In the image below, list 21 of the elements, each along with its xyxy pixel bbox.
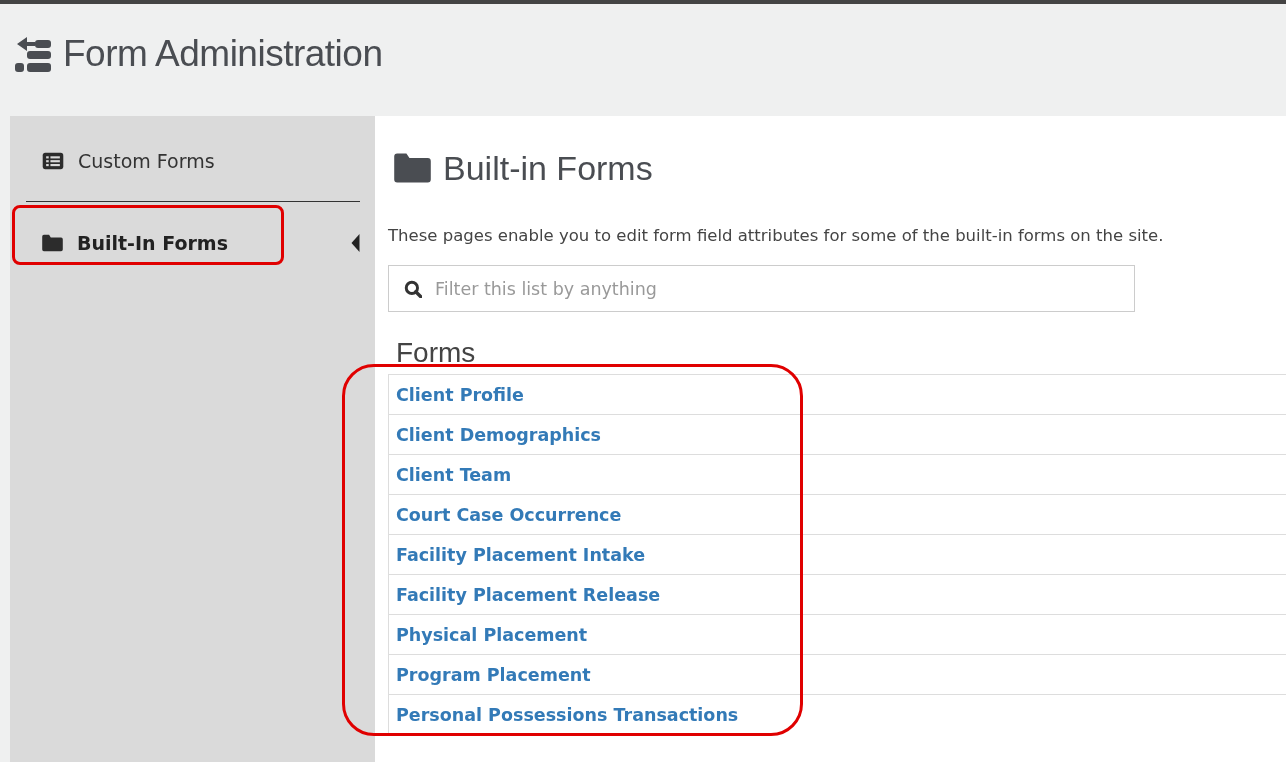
description-text: These pages enable you to edit form field attributes for some of the built-in forms on the site.: [388, 226, 1165, 245]
sidebar-item[interactable]: Custom Forms: [26, 140, 360, 182]
filter-field[interactable]: Filter this list by anything: [388, 265, 1135, 312]
form-link[interactable]: Court Case Occurrence: [396, 504, 622, 525]
page-title: Form Administration: [63, 33, 383, 75]
form-link[interactable]: Client Demographics: [396, 424, 602, 445]
form-link[interactable]: Physical Placement: [396, 624, 588, 645]
form-link[interactable]: Program Placement: [396, 664, 591, 685]
form-link[interactable]: Client Profile: [396, 384, 524, 405]
caret-icon: [351, 234, 360, 252]
form-link[interactable]: Facility Placement Release: [396, 584, 661, 605]
list-icon: [42, 152, 64, 170]
folder-icon: [42, 234, 63, 252]
form-link[interactable]: Personal Possessions Transactions: [396, 704, 739, 725]
form-link[interactable]: Facility Placement Intake: [396, 544, 646, 565]
list-heading: Forms: [396, 336, 477, 370]
hierarchy-icon: [15, 36, 51, 72]
section-title: Built-in Forms: [443, 148, 653, 188]
sidebar-item[interactable]: Built-In Forms: [26, 222, 360, 264]
folder-icon: [394, 152, 431, 184]
form-link[interactable]: Client Team: [396, 464, 512, 485]
